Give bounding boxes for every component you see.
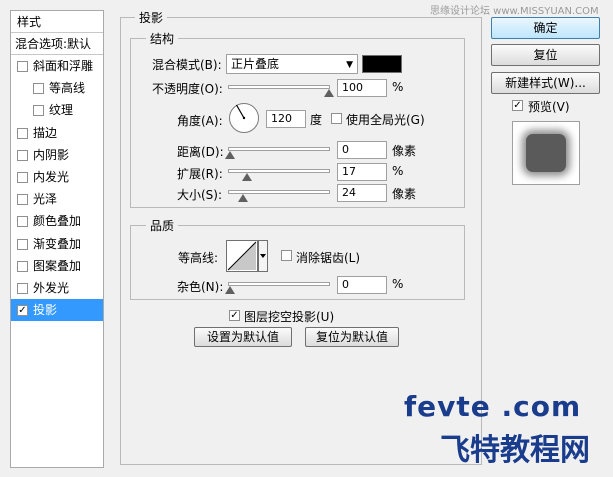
style-item-label: 外发光 (33, 280, 70, 295)
style-item-label: 内发光 (33, 169, 70, 184)
size-label: 大小(S): (177, 188, 223, 202)
noise-slider-thumb[interactable] (225, 286, 235, 294)
style-item-label: 内阴影 (33, 147, 70, 162)
opacity-label: 不透明度(O): (152, 82, 223, 96)
preview-label[interactable]: 预览(V) (528, 98, 570, 115)
style-item-checkbox[interactable] (17, 260, 28, 272)
style-item-label: 投影 (33, 303, 58, 318)
style-item-label: 描边 (33, 125, 58, 140)
distance-input[interactable]: 0 (337, 141, 387, 159)
ok-button[interactable]: 确定 (491, 17, 600, 39)
contour-picker[interactable] (226, 240, 268, 272)
size-input[interactable]: 24 (337, 184, 387, 202)
new-style-button[interactable]: 新建样式(W)... (491, 72, 600, 94)
global-light-label[interactable]: 使用全局光(G) (346, 111, 425, 128)
style-item-checkbox[interactable] (33, 105, 44, 117)
blend-mode-select[interactable]: 正片叠底 ▼ (226, 54, 358, 74)
anti-alias-label[interactable]: 消除锯齿(L) (296, 249, 360, 266)
watermark-line1: fevte .com (404, 390, 582, 423)
preview-checkbox[interactable]: ✓ (512, 100, 523, 111)
blend-mode-value: 正片叠底 (231, 57, 280, 71)
anti-alias-checkbox[interactable] (281, 250, 292, 261)
distance-label: 距离(D): (177, 145, 224, 159)
style-item-checkbox[interactable] (17, 171, 28, 183)
style-item-label: 渐变叠加 (33, 236, 82, 251)
watermark-top: 思缘设计论坛 www.MISSYUAN.COM (430, 6, 599, 17)
size-unit: 像素 (392, 187, 417, 201)
style-item-label: 光泽 (33, 192, 58, 207)
contour-linear-icon (226, 240, 268, 272)
style-item[interactable]: 图案叠加 (11, 255, 103, 277)
style-item-checkbox[interactable] (17, 61, 28, 72)
style-item[interactable]: 纹理 (11, 99, 103, 121)
style-preview-thumbnail (512, 121, 580, 185)
noise-label: 杂色(N): (177, 280, 224, 294)
make-default-button[interactable]: 设置为默认值 (194, 327, 292, 347)
noise-slider-track[interactable] (228, 282, 330, 286)
style-item[interactable]: ✓ 投影 (11, 299, 103, 322)
style-item-label: 纹理 (49, 103, 74, 118)
style-item-checkbox[interactable] (17, 282, 28, 294)
chevron-down-icon: ▼ (346, 60, 353, 70)
reset-button[interactable]: 复位 (491, 44, 600, 66)
styles-header[interactable]: 样式 (11, 11, 103, 33)
global-light-checkbox[interactable] (331, 113, 342, 124)
style-item-label: 等高线 (49, 81, 86, 96)
noise-unit: % (392, 277, 404, 291)
contour-label: 等高线: (178, 251, 219, 265)
blend-mode-label: 混合模式(B): (152, 58, 222, 72)
noise-input[interactable]: 0 (337, 276, 387, 294)
style-item-label: 颜色叠加 (33, 214, 82, 229)
knockout-label[interactable]: 图层挖空投影(U) (244, 308, 334, 325)
style-item[interactable]: 颜色叠加 (11, 210, 103, 232)
distance-slider-thumb[interactable] (225, 151, 235, 159)
angle-label: 角度(A): (177, 114, 223, 128)
angle-input[interactable]: 120 (266, 110, 306, 128)
style-item[interactable]: 斜面和浮雕 (11, 55, 103, 77)
structure-title: 结构 (146, 30, 179, 47)
spread-input[interactable]: 17 (337, 163, 387, 181)
opacity-slider-thumb[interactable] (324, 89, 334, 97)
quality-title: 品质 (146, 217, 179, 234)
spread-label: 扩展(R): (177, 167, 223, 181)
distance-unit: 像素 (392, 144, 417, 158)
style-item-checkbox[interactable] (17, 194, 28, 206)
spread-unit: % (392, 164, 404, 178)
knockout-checkbox[interactable]: ✓ (229, 310, 240, 321)
style-item[interactable]: 外发光 (11, 277, 103, 299)
spread-slider-thumb[interactable] (242, 173, 252, 181)
preview-swatch (526, 134, 566, 172)
style-item-label: 图案叠加 (33, 258, 82, 273)
shadow-color-swatch[interactable] (362, 55, 402, 73)
style-item-checkbox[interactable] (33, 83, 44, 95)
style-item[interactable]: 描边 (11, 122, 103, 144)
styles-panel: 样式 混合选项:默认 斜面和浮雕等高线纹理描边内阴影内发光光泽颜色叠加渐变叠加图… (10, 10, 104, 468)
drop-shadow-title: 投影 (135, 9, 168, 26)
watermark-line2: 飞特教程网 (440, 433, 590, 468)
style-item-label: 斜面和浮雕 (33, 59, 94, 73)
style-item-checkbox[interactable] (17, 127, 28, 139)
blend-options-item[interactable]: 混合选项:默认 (11, 33, 103, 55)
style-item[interactable]: 等高线 (11, 77, 103, 99)
style-list: 斜面和浮雕等高线纹理描边内阴影内发光光泽颜色叠加渐变叠加图案叠加外发光 ✓ 投影 (11, 55, 103, 322)
shadow-color-fill (363, 56, 401, 72)
style-item-checkbox[interactable]: ✓ (17, 305, 28, 317)
reset-default-button[interactable]: 复位为默认值 (305, 327, 399, 347)
size-slider-thumb[interactable] (238, 194, 248, 202)
style-item[interactable]: 内阴影 (11, 144, 103, 166)
angle-unit: 度 (310, 113, 323, 127)
style-item-checkbox[interactable] (17, 149, 28, 161)
style-item-checkbox[interactable] (17, 216, 28, 228)
opacity-unit: % (392, 80, 404, 94)
style-item-checkbox[interactable] (17, 238, 28, 250)
angle-dial-icon (229, 103, 259, 133)
distance-slider-track[interactable] (228, 147, 330, 151)
style-item[interactable]: 渐变叠加 (11, 233, 103, 255)
opacity-input[interactable]: 100 (337, 79, 387, 97)
style-item[interactable]: 内发光 (11, 166, 103, 188)
angle-dial[interactable] (228, 102, 260, 134)
style-item[interactable]: 光泽 (11, 188, 103, 210)
opacity-slider-track[interactable] (228, 85, 330, 89)
